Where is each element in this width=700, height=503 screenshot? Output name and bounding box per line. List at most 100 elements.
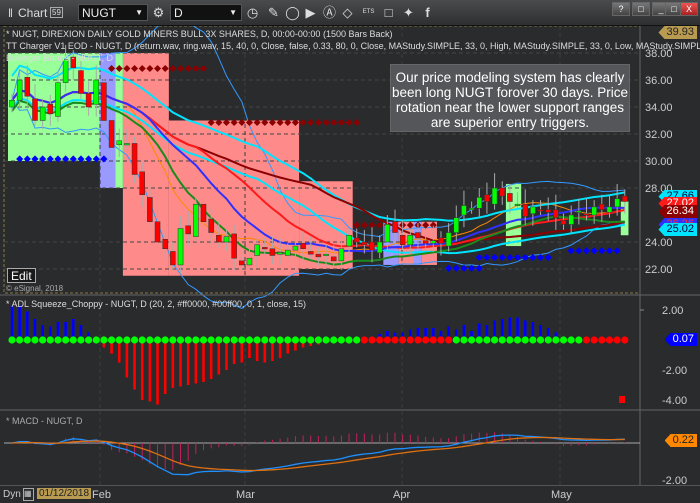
- candle-up: [384, 224, 391, 243]
- link-icon[interactable]: 59: [50, 7, 63, 18]
- start-date[interactable]: 01/12/2018: [37, 488, 92, 499]
- draw-icon[interactable]: ◯: [284, 4, 301, 21]
- squeeze-dot: [353, 336, 361, 344]
- candle-down: [131, 143, 138, 175]
- chart-grip-icon[interactable]: ‖: [8, 4, 13, 21]
- squeeze-dot: [337, 336, 345, 344]
- squeeze-dot: [360, 336, 368, 344]
- squeeze-dot: [567, 336, 575, 344]
- candle-up: [407, 235, 414, 245]
- squeeze-dot: [383, 336, 391, 344]
- candle-up: [254, 244, 260, 256]
- candle-down: [330, 256, 337, 262]
- squeeze-dot: [536, 336, 545, 344]
- candle-down: [139, 171, 145, 196]
- title-bar: ‖ Chart 59 NUGT ▼ ⚙ D ▼ ◷ ✎ ◯ ▶ Ⓐ ◇ ETS □ …: [0, 0, 700, 26]
- candle-down: [353, 237, 360, 243]
- candle-down: [369, 241, 375, 251]
- tt-charger-study-label[interactable]: TT Charger V1 EOD - NUGT, D (return.wav,…: [6, 41, 700, 51]
- squeeze-dot: [621, 336, 629, 344]
- squeeze-dot: [429, 336, 437, 344]
- squeeze-dot: [176, 336, 185, 344]
- chevron-down-icon[interactable]: ▼: [135, 8, 143, 17]
- squeeze-dot: [207, 336, 215, 344]
- squeeze-dot: [529, 336, 537, 344]
- time-axis[interactable]: Dyn ▦ 01/12/2018 Feb Mar Apr May: [0, 485, 700, 503]
- macd-axis-label: -2.00: [662, 475, 687, 485]
- candle-down: [269, 248, 276, 256]
- candle-down: [560, 220, 567, 225]
- tag-icon[interactable]: ◇: [339, 4, 356, 21]
- candle-down: [507, 193, 513, 202]
- squeeze-dot: [153, 336, 162, 344]
- squeeze-dot: [498, 336, 506, 344]
- play-icon[interactable]: ▶: [302, 4, 319, 21]
- calendar-icon[interactable]: ▦: [23, 488, 34, 501]
- alert-icon[interactable]: Ⓐ: [321, 4, 338, 21]
- candle-down: [499, 187, 505, 197]
- squeeze-dot: [284, 336, 292, 344]
- squeeze-dot: [16, 336, 24, 344]
- candle-down: [185, 225, 191, 235]
- candle-down: [24, 77, 31, 97]
- chevron-down-icon[interactable]: ▼: [229, 8, 237, 17]
- help-button[interactable]: ?: [612, 2, 630, 16]
- detach-button[interactable]: □: [632, 2, 650, 16]
- candle-up: [285, 249, 291, 256]
- candle-up: [568, 214, 574, 225]
- squeeze-bar: [209, 340, 213, 379]
- interval-input[interactable]: D ▼: [170, 4, 242, 21]
- squeeze-bar: [148, 340, 152, 402]
- squeeze-dot: [552, 336, 560, 344]
- twitter-icon[interactable]: ✦: [400, 4, 417, 21]
- clock-icon[interactable]: ◷: [244, 4, 261, 21]
- signal-zone: [115, 53, 123, 188]
- candle-up: [468, 208, 475, 210]
- squeeze-dot: [521, 336, 529, 344]
- annotation-note: Our price modeling system has clearly be…: [390, 64, 630, 132]
- pencil-icon[interactable]: ✎: [265, 4, 282, 21]
- bollinger-study-label[interactable]: Bollinger Bands - NUGT, D: [6, 53, 113, 63]
- candle-down: [300, 243, 306, 250]
- squeeze-dot: [575, 336, 583, 344]
- candle-up: [430, 240, 437, 244]
- squeeze-study-label[interactable]: * ADL Squeeze_Choppy - NUGT, D (20, 2, #…: [6, 299, 306, 309]
- candle-down: [32, 98, 38, 121]
- symbol-study-label[interactable]: * NUGT, DIREXION DAILY GOLD MINERS BULL …: [6, 29, 392, 39]
- squeeze-dot: [460, 336, 468, 344]
- month-feb: Feb: [92, 489, 111, 501]
- candle-up: [445, 232, 452, 247]
- candle-up: [576, 210, 582, 213]
- squeeze-dot: [452, 336, 460, 344]
- candle-down: [101, 82, 107, 121]
- symbol-input[interactable]: NUGT ▼: [78, 4, 148, 21]
- edit-button[interactable]: Edit: [7, 268, 36, 283]
- macd-study-label[interactable]: * MACD - NUGT, D: [6, 416, 83, 426]
- squeeze-dot: [8, 336, 16, 344]
- candle-down: [239, 260, 245, 266]
- dyn-label[interactable]: Dyn: [3, 489, 21, 500]
- squeeze-dot: [307, 336, 315, 344]
- candle-up: [193, 203, 199, 237]
- candle-up: [606, 206, 613, 213]
- squeeze-dot: [506, 336, 514, 344]
- ets-icon[interactable]: ETS: [360, 4, 377, 21]
- candle-down: [622, 195, 628, 202]
- candle-down: [307, 251, 314, 255]
- squeeze-dot: [184, 336, 192, 344]
- squeeze-bar: [10, 305, 14, 340]
- comment-icon[interactable]: □: [380, 4, 397, 21]
- settings-icon[interactable]: ⚙: [150, 4, 167, 21]
- close-button[interactable]: X: [680, 2, 698, 16]
- squeeze-dot: [85, 336, 93, 344]
- candle-down: [147, 197, 153, 222]
- squeeze-dot: [92, 336, 100, 344]
- squeeze-pane: 2.00 -2.00 -4.00: [0, 294, 700, 407]
- squeeze-dot: [230, 336, 238, 344]
- candle-up: [461, 205, 467, 216]
- squeeze-dot: [130, 336, 139, 344]
- squeeze-dot: [100, 336, 108, 344]
- macd-value-tag: 0.22: [664, 434, 697, 447]
- candle-down: [200, 203, 207, 222]
- facebook-icon[interactable]: f: [419, 4, 436, 21]
